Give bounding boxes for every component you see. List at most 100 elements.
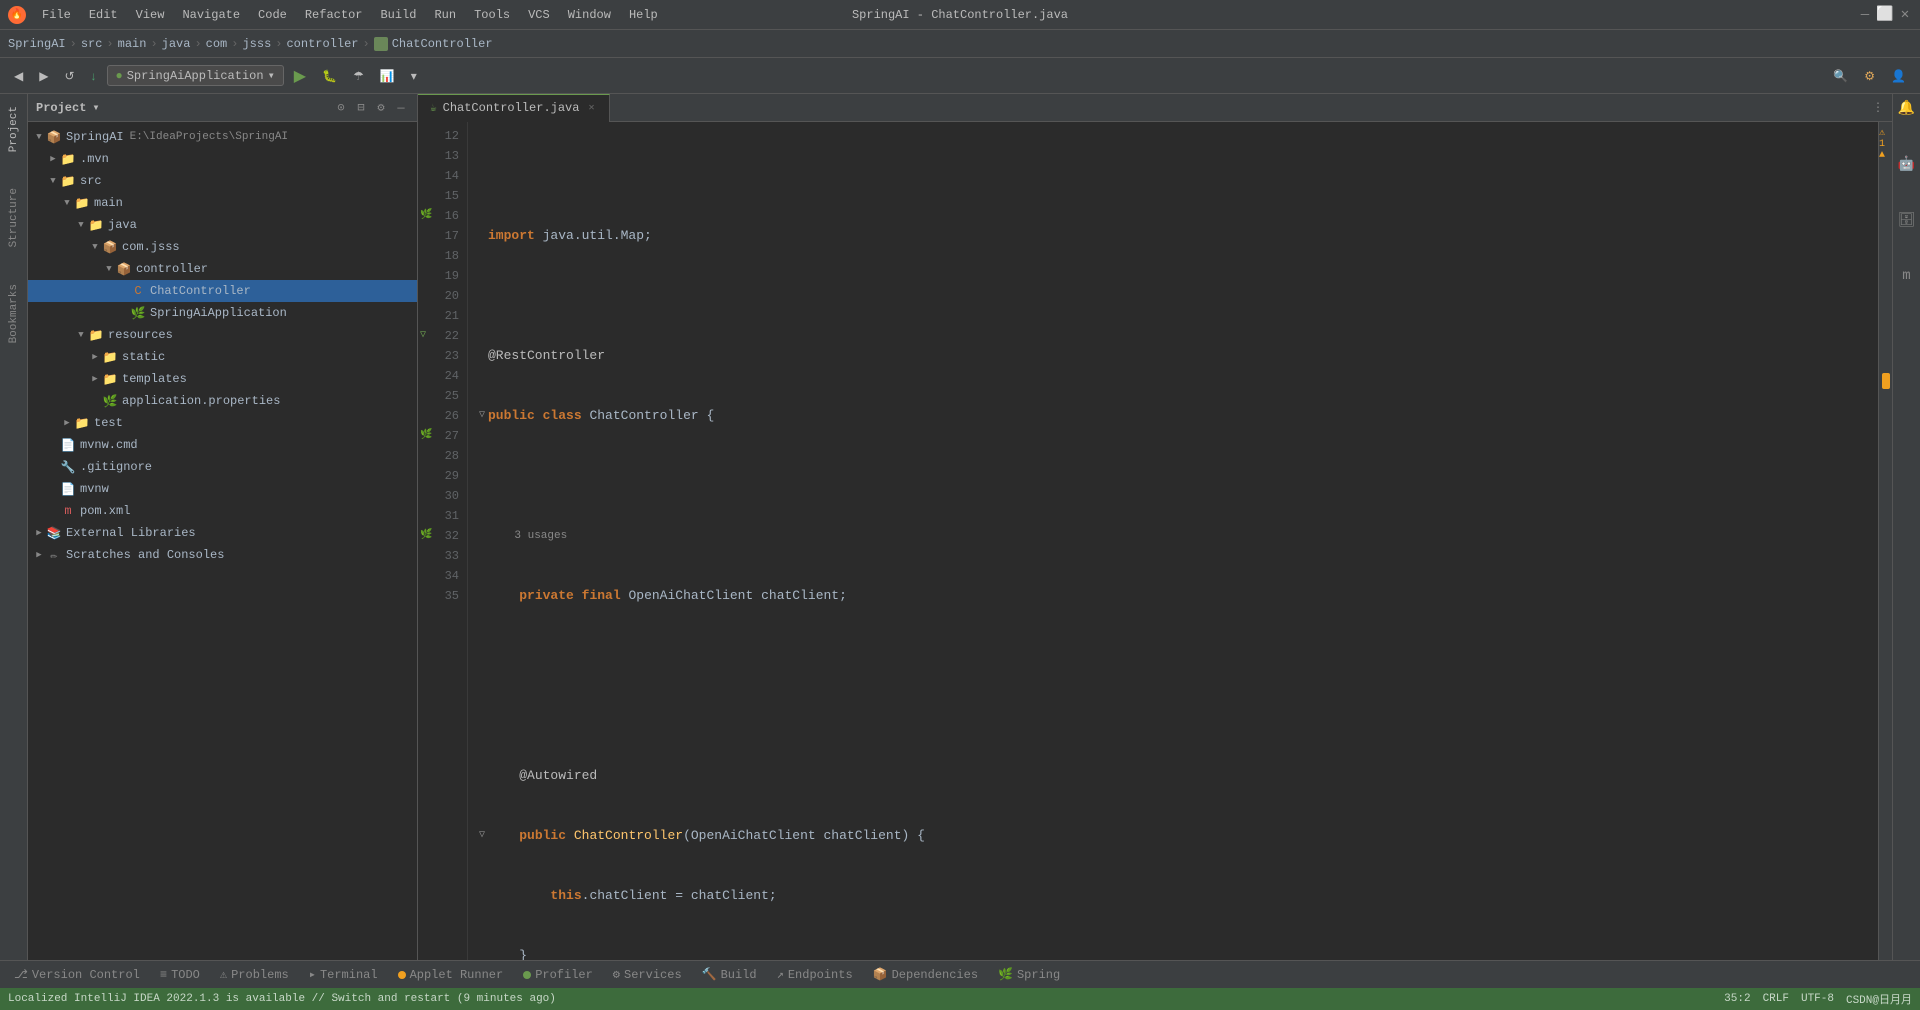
editor-more-btn[interactable]: ⋮	[1872, 100, 1884, 115]
breadcrumb: SpringAI › src › main › java › com › jss…	[0, 30, 1920, 58]
vcs-update-btn[interactable]: ↓	[85, 66, 103, 86]
breadcrumb-item-jsss[interactable]: jsss	[242, 37, 271, 51]
class-icon	[374, 37, 388, 51]
breadcrumb-item-project[interactable]: SpringAI	[8, 37, 66, 51]
status-encoding[interactable]: UTF-8	[1801, 993, 1834, 1005]
tree-item-test[interactable]: ▶ 📁 test	[28, 412, 417, 434]
tree-item-extlibs[interactable]: ▶ 📚 External Libraries	[28, 522, 417, 544]
tree-item-mvnw[interactable]: 📄 mvnw	[28, 478, 417, 500]
toolbar-user-btn[interactable]: 👤	[1885, 66, 1912, 86]
editor-tab-chatcontroller[interactable]: ☕ ChatController.java ✕	[418, 94, 610, 122]
breadcrumb-item-com[interactable]: com	[206, 37, 228, 51]
tree-item-src[interactable]: ▼ 📁 src	[28, 170, 417, 192]
tree-item-resources[interactable]: ▼ 📁 resources	[28, 324, 417, 346]
bottom-tab-build[interactable]: 🔨 Build	[696, 961, 763, 989]
bottom-tab-terminal[interactable]: ▸ Terminal	[303, 961, 384, 989]
breadcrumb-item-src[interactable]: src	[81, 37, 103, 51]
menu-build[interactable]: Build	[372, 5, 424, 25]
settings-btn[interactable]: ⚙	[373, 100, 389, 116]
tree-item-scratches[interactable]: ▶ ✏ Scratches and Consoles	[28, 544, 417, 566]
tree-item-mvnwcmd[interactable]: 📄 mvnw.cmd	[28, 434, 417, 456]
menu-vcs[interactable]: VCS	[520, 5, 558, 25]
tree-label-springai: SpringAI	[66, 130, 124, 144]
project-dropdown-icon[interactable]: ▾	[92, 100, 99, 115]
menu-refactor[interactable]: Refactor	[297, 5, 371, 25]
breadcrumb-item-file[interactable]: ChatController	[392, 37, 493, 51]
code-content[interactable]: import java.util.Map; @RestController ▽ …	[468, 122, 1878, 960]
menu-navigate[interactable]: Navigate	[174, 5, 248, 25]
tree-item-springai[interactable]: ▼ 📦 SpringAI E:\IdeaProjects\SpringAI	[28, 126, 417, 148]
bottom-tab-versioncontrol[interactable]: ⎇ Version Control	[8, 961, 146, 989]
tree-item-main[interactable]: ▼ 📁 main	[28, 192, 417, 214]
bottom-tab-dependencies[interactable]: 📦 Dependencies	[867, 961, 984, 989]
breadcrumb-item-controller[interactable]: controller	[286, 37, 358, 51]
gutter-spring-icon2[interactable]: 🌿	[420, 426, 432, 446]
toolbar-settings-btn[interactable]: ⚙	[1858, 66, 1881, 86]
tree-item-templates[interactable]: ▶ 📁 templates	[28, 368, 417, 390]
maximize-button[interactable]: ⬜	[1878, 8, 1892, 22]
github-copilot-tab[interactable]: 🤖	[1897, 154, 1917, 174]
tree-item-gitignore[interactable]: 🔧 .gitignore	[28, 456, 417, 478]
bottom-tab-services[interactable]: ⚙ Services	[607, 961, 688, 989]
tree-item-mvn[interactable]: ▶ 📁 .mvn	[28, 148, 417, 170]
folder-icon: 📁	[102, 371, 118, 387]
source-root-icon: 📁	[88, 217, 104, 233]
gutter-spring-icon3[interactable]: 🌿	[420, 526, 432, 546]
debug-button[interactable]: 🐛	[316, 66, 343, 86]
tab-project[interactable]: Project	[4, 98, 24, 160]
maven-tab[interactable]: m	[1897, 266, 1917, 286]
code-line-17	[476, 466, 1870, 486]
toolbar-refresh-btn[interactable]: ↺	[58, 66, 80, 86]
editor-scrollbar[interactable]: ⚠ 1 ▲	[1878, 122, 1892, 960]
breadcrumb-item-java[interactable]: java	[162, 37, 191, 51]
run-configuration[interactable]: ● SpringAiApplication ▾	[107, 65, 284, 86]
menu-code[interactable]: Code	[250, 5, 295, 25]
gutter-fold-icon[interactable]: ▽	[420, 326, 426, 346]
menu-file[interactable]: File	[34, 5, 79, 25]
tree-item-chatcontroller[interactable]: C ChatController	[28, 280, 417, 302]
run-button[interactable]: ▶	[288, 63, 312, 89]
menu-window[interactable]: Window	[560, 5, 619, 25]
status-position[interactable]: 35:2	[1724, 993, 1750, 1005]
close-panel-btn[interactable]: —	[393, 100, 409, 116]
tree-item-springaiapp[interactable]: 🌿 SpringAiApplication	[28, 302, 417, 324]
profile-button[interactable]: 📊	[374, 66, 401, 86]
bottom-tab-spring[interactable]: 🌿 Spring	[992, 961, 1066, 989]
toolbar-back-btn[interactable]: ◀	[8, 66, 29, 86]
tree-item-controller[interactable]: ▼ 📦 controller	[28, 258, 417, 280]
tree-item-appprops[interactable]: 🌿 application.properties	[28, 390, 417, 412]
menu-view[interactable]: View	[128, 5, 173, 25]
menu-tools[interactable]: Tools	[466, 5, 518, 25]
collapse-all-btn[interactable]: ⊟	[353, 100, 369, 116]
tree-item-comjsss[interactable]: ▼ 📦 com.jsss	[28, 236, 417, 258]
run-config-dropdown-icon[interactable]: ▾	[268, 68, 275, 83]
tab-structure[interactable]: Structure	[4, 180, 24, 255]
bottom-tab-endpoints[interactable]: ↗ Endpoints	[771, 961, 859, 989]
toolbar-forward-btn[interactable]: ▶	[33, 66, 54, 86]
menu-run[interactable]: Run	[426, 5, 464, 25]
status-lineending[interactable]: CRLF	[1763, 993, 1789, 1005]
tree-item-java[interactable]: ▼ 📁 java	[28, 214, 417, 236]
minimize-button[interactable]: —	[1858, 8, 1872, 22]
notifications-tab[interactable]: 🔔	[1897, 98, 1917, 118]
search-everywhere-btn[interactable]: 🔍	[1827, 66, 1854, 86]
bottom-tab-problems[interactable]: ⚠ Problems	[214, 961, 295, 989]
main-layout: Project Structure Bookmarks Project ▾ ⊙ …	[0, 94, 1920, 960]
tree-item-pomxml[interactable]: m pom.xml	[28, 500, 417, 522]
tree-item-static[interactable]: ▶ 📁 static	[28, 346, 417, 368]
menu-edit[interactable]: Edit	[81, 5, 126, 25]
tab-close-btn[interactable]: ✕	[585, 102, 597, 114]
breadcrumb-item-main[interactable]: main	[118, 37, 147, 51]
bottom-tab-todo[interactable]: ≡ TODO	[154, 961, 206, 989]
line-26: 26	[418, 406, 467, 426]
gutter-spring-icon[interactable]: 🌿	[420, 206, 432, 226]
coverage-button[interactable]: ☂	[347, 66, 370, 86]
more-run-btn[interactable]: ▾	[405, 66, 423, 86]
bottom-tab-appletrunner[interactable]: Applet Runner	[392, 961, 510, 989]
database-tab[interactable]: 🗄	[1897, 210, 1917, 230]
locate-in-tree-btn[interactable]: ⊙	[333, 100, 349, 116]
close-button[interactable]: ✕	[1898, 8, 1912, 22]
tab-bookmarks[interactable]: Bookmarks	[4, 276, 24, 351]
menu-help[interactable]: Help	[621, 5, 666, 25]
bottom-tab-profiler[interactable]: Profiler	[517, 961, 599, 989]
